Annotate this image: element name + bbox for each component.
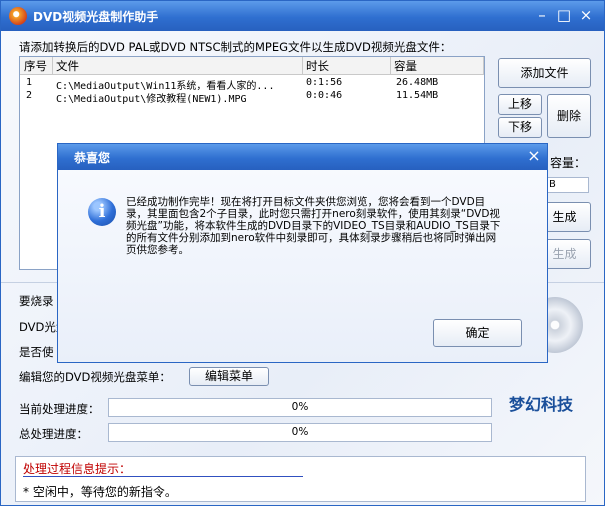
move-up-button[interactable]: 上移 [498, 94, 542, 115]
dialog-message: 已经成功制作完毕！现在将打开目标文件夹供您浏览，您将会看到一个DVD目录，其里面… [126, 196, 501, 256]
title-bar[interactable]: DVD视频光盘制作助手 – □ × [1, 1, 604, 31]
brand-logo: 梦幻科技 [509, 395, 574, 414]
congrats-dialog: 恭喜您 × i 已经成功制作完毕！现在将打开目标文件夹供您浏览，您将会看到一个D… [57, 143, 548, 363]
info-message: * 空闲中，等待您的新指令。 [23, 485, 177, 499]
close-icon[interactable]: × [577, 6, 595, 24]
column-header-duration[interactable]: 时长 [306, 58, 329, 74]
table-row[interactable]: 2 C:\MediaOutput\修改教程(NEW1).MPG 0:0:46 1… [20, 90, 484, 105]
ok-button[interactable]: 确定 [433, 319, 522, 347]
current-progress-bar: 0% [108, 398, 492, 417]
info-title: 处理过程信息提示： [23, 462, 132, 476]
info-icon: i [88, 198, 116, 226]
menu-edit-label: 编辑您的DVD视频光盘菜单： [19, 370, 171, 384]
column-header-index[interactable]: 序号 [24, 58, 47, 74]
dialog-title-bar[interactable]: 恭喜您 × [58, 144, 547, 170]
maximize-icon[interactable]: □ [555, 6, 573, 24]
capacity-label: 容量： [550, 156, 587, 170]
burn-label: 要烧录 [19, 294, 54, 308]
capacity-bar: B [547, 177, 589, 193]
delete-button[interactable]: 删除 [547, 94, 591, 138]
edit-menu-button[interactable]: 编辑菜单 [189, 367, 269, 386]
dialog-close-icon[interactable]: × [525, 147, 543, 165]
column-header-file[interactable]: 文件 [56, 58, 79, 74]
file-list-header: 序号 文件 时长 容量 [20, 57, 484, 75]
window-title: DVD视频光盘制作助手 [33, 10, 159, 24]
dialog-title: 恭喜您 [74, 151, 111, 165]
table-row[interactable]: 1 C:\MediaOutput\Win11系统，看看人家的... 0:1:56… [20, 77, 484, 92]
column-header-size[interactable]: 容量 [394, 58, 417, 74]
info-panel: 处理过程信息提示： * 空闲中，等待您的新指令。 [15, 456, 586, 502]
app-icon [9, 7, 27, 25]
total-progress-bar: 0% [108, 423, 492, 442]
whether-label: 是否使 [19, 345, 54, 359]
move-down-button[interactable]: 下移 [498, 117, 542, 138]
instruction-text: 请添加转换后的DVD PAL或DVD NTSC制式的MPEG文件以生成DVD视频… [19, 40, 452, 54]
minimize-icon[interactable]: – [533, 6, 551, 24]
current-progress-label: 当前处理进度： [19, 402, 100, 416]
total-progress-label: 总处理进度： [19, 427, 88, 441]
add-file-button[interactable]: 添加文件 [498, 58, 591, 88]
